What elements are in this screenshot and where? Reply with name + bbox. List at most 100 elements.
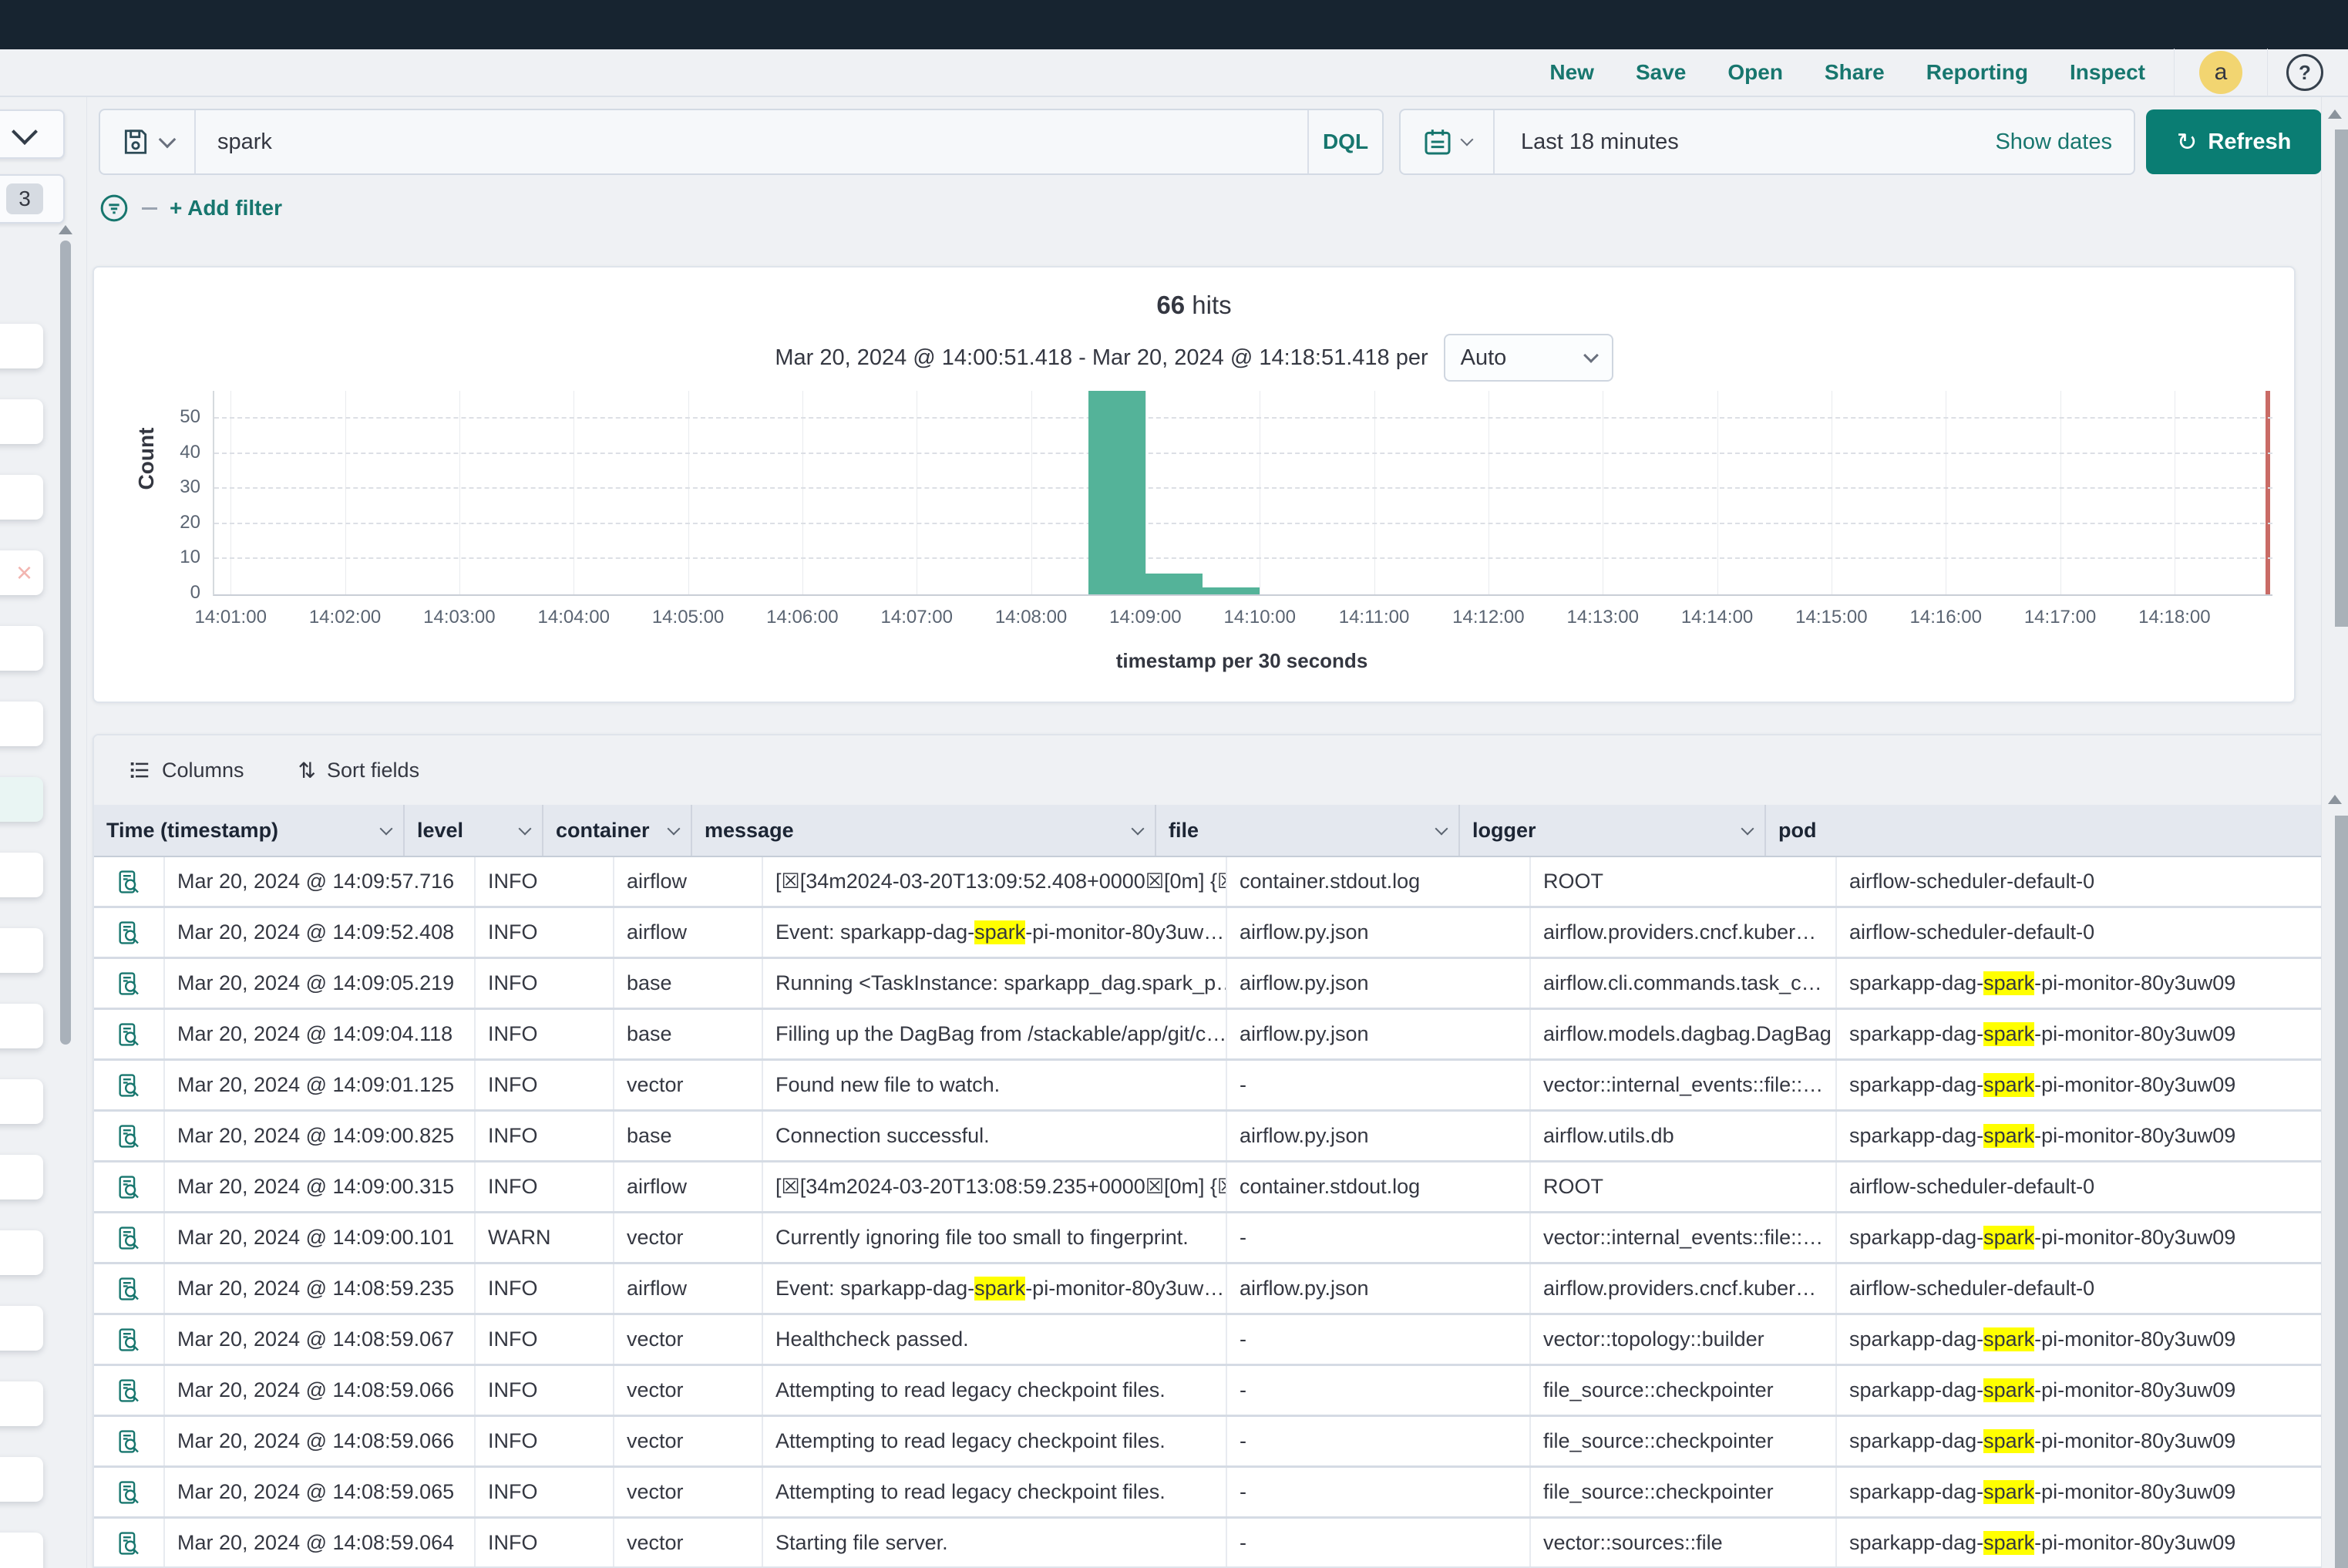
nav-link-new[interactable]: New xyxy=(1549,60,1594,85)
container-cell: vector xyxy=(614,1061,763,1109)
x-gridline xyxy=(345,391,346,594)
expand-document-icon[interactable] xyxy=(116,1021,142,1048)
date-quick-menu[interactable] xyxy=(1401,110,1495,173)
chevron-down-icon[interactable] xyxy=(1435,823,1448,836)
expand-document-icon[interactable] xyxy=(116,920,142,946)
histogram-bar[interactable] xyxy=(1088,391,1145,594)
expand-document-icon[interactable] xyxy=(116,1428,142,1455)
chevron-down-icon[interactable] xyxy=(519,823,532,836)
sort-fields-button[interactable]: ⇅ Sort fields xyxy=(298,758,420,783)
show-dates-button[interactable]: Show dates xyxy=(1995,130,2134,155)
column-header-pod[interactable]: pod xyxy=(1766,805,2322,856)
expand-document-icon[interactable] xyxy=(116,1072,142,1099)
chevron-down-icon[interactable] xyxy=(1741,823,1754,836)
chevron-down-icon[interactable] xyxy=(668,823,681,836)
sidebar-card[interactable] xyxy=(0,1004,43,1048)
expand-document-icon[interactable] xyxy=(116,1123,142,1149)
cell-text: -pi-monitor-80y3uw09 xyxy=(2034,971,2235,995)
table-scrollbar-thumb[interactable] xyxy=(2335,816,2348,1568)
help-icon[interactable]: ? xyxy=(2286,54,2323,91)
histogram-plot[interactable]: 14:01:0014:02:0014:03:0014:04:0014:05:00… xyxy=(213,391,2272,596)
y-tick-label: 10 xyxy=(146,547,200,568)
column-header-file[interactable]: file xyxy=(1156,805,1460,856)
nav-link-reporting[interactable]: Reporting xyxy=(1926,60,2028,85)
date-picker[interactable]: Last 18 minutes Show dates xyxy=(1399,109,2135,175)
sidebar-card[interactable] xyxy=(0,853,43,897)
logger-cell: file_source::checkpointer xyxy=(1531,1468,1837,1516)
expand-document-icon[interactable] xyxy=(116,1225,142,1251)
page-scrollbar[interactable] xyxy=(2321,97,2348,1568)
expand-cell xyxy=(94,1468,165,1516)
sidebar-card[interactable] xyxy=(0,777,43,822)
search-input[interactable]: spark xyxy=(196,130,1307,155)
sidebar-card[interactable] xyxy=(0,1381,43,1426)
expand-document-icon[interactable] xyxy=(116,1276,142,1302)
histogram-bar[interactable] xyxy=(1203,587,1260,594)
nav-link-inspect[interactable]: Inspect xyxy=(2070,60,2145,85)
interval-select[interactable]: Auto xyxy=(1444,334,1613,382)
filter-icon[interactable] xyxy=(99,193,130,224)
table-header-row: Time (timestamp)levelcontainermessagefil… xyxy=(94,805,2322,857)
scroll-up-arrow[interactable] xyxy=(2328,109,2342,119)
nav-link-save[interactable]: Save xyxy=(1636,60,1686,85)
query-bar[interactable]: spark DQL xyxy=(99,109,1384,175)
column-header-message[interactable]: message xyxy=(692,805,1156,856)
sidebar-card[interactable] xyxy=(0,1079,43,1124)
close-icon[interactable]: × xyxy=(16,559,32,587)
refresh-button[interactable]: ↻ Refresh xyxy=(2146,109,2322,174)
cell-text: airflow-scheduler-default-0 xyxy=(1849,1277,2094,1300)
time-cell: Mar 20, 2024 @ 14:09:52.408 xyxy=(165,908,476,957)
expand-document-icon[interactable] xyxy=(116,1378,142,1404)
saved-query-menu[interactable] xyxy=(100,110,196,173)
scrollbar-thumb[interactable] xyxy=(2335,130,2348,627)
table-row: Mar 20, 2024 @ 14:08:59.065INFOvectorAtt… xyxy=(94,1468,2322,1519)
cell-text: sparkapp-dag- xyxy=(1849,1124,1983,1148)
column-header-container[interactable]: container xyxy=(543,805,692,856)
sidebar-card[interactable]: × xyxy=(0,550,43,595)
avatar[interactable]: a xyxy=(2199,51,2242,94)
chevron-down-icon[interactable] xyxy=(1132,823,1145,836)
expand-document-icon[interactable] xyxy=(116,1174,142,1200)
expand-document-icon[interactable] xyxy=(116,1479,142,1506)
time-range-value[interactable]: Last 18 minutes xyxy=(1495,130,1995,155)
sidebar-card[interactable] xyxy=(0,626,43,671)
sidebar-card[interactable] xyxy=(0,1306,43,1351)
scroll-up-arrow[interactable] xyxy=(2328,795,2342,804)
query-language-button[interactable]: DQL xyxy=(1307,110,1382,173)
add-filter-button[interactable]: + Add filter xyxy=(170,196,282,220)
chevron-down-icon[interactable] xyxy=(380,823,393,836)
cell-text: sparkapp-dag- xyxy=(1849,1378,1983,1402)
sidebar-card[interactable] xyxy=(0,324,43,368)
scroll-up-arrow[interactable] xyxy=(59,225,72,234)
table-row: Mar 20, 2024 @ 14:09:57.716INFOairflow[☒… xyxy=(94,857,2322,908)
sidebar-card[interactable] xyxy=(0,475,43,520)
sidebar-card[interactable] xyxy=(0,702,43,746)
nav-link-open[interactable]: Open xyxy=(1727,60,1783,85)
y-gridline xyxy=(214,557,2272,559)
highlighted-term: spark xyxy=(1983,971,2034,995)
column-header-level[interactable]: level xyxy=(405,805,543,856)
column-header-logger[interactable]: logger xyxy=(1460,805,1766,856)
sidebar-card[interactable] xyxy=(0,1230,43,1275)
column-header-time[interactable]: Time (timestamp) xyxy=(94,805,405,856)
sidebar-expand-button[interactable] xyxy=(0,109,65,159)
level-cell: INFO xyxy=(476,1519,614,1567)
columns-button[interactable]: Columns xyxy=(128,759,244,782)
expand-document-icon[interactable] xyxy=(116,1530,142,1556)
expand-document-icon[interactable] xyxy=(116,869,142,895)
sidebar-card[interactable] xyxy=(0,1155,43,1200)
expand-cell xyxy=(94,1417,165,1465)
sidebar-card[interactable] xyxy=(0,1457,43,1502)
nav-link-share[interactable]: Share xyxy=(1825,60,1885,85)
sidebar-card[interactable] xyxy=(0,928,43,973)
highlighted-term: spark xyxy=(1983,1327,2034,1351)
sidebar-card[interactable] xyxy=(0,399,43,444)
expand-document-icon[interactable] xyxy=(116,971,142,997)
pod-cell: sparkapp-dag-spark-pi-monitor-80y3uw09 xyxy=(1837,1061,2322,1109)
sidebar-card[interactable] xyxy=(0,1533,43,1568)
histogram-bar[interactable] xyxy=(1145,574,1203,594)
cell-text: -pi-monitor-80y3uw09 xyxy=(2034,1124,2235,1148)
container-cell: airflow xyxy=(614,908,763,957)
sidebar-scrollbar[interactable] xyxy=(60,241,71,1045)
expand-document-icon[interactable] xyxy=(116,1327,142,1353)
